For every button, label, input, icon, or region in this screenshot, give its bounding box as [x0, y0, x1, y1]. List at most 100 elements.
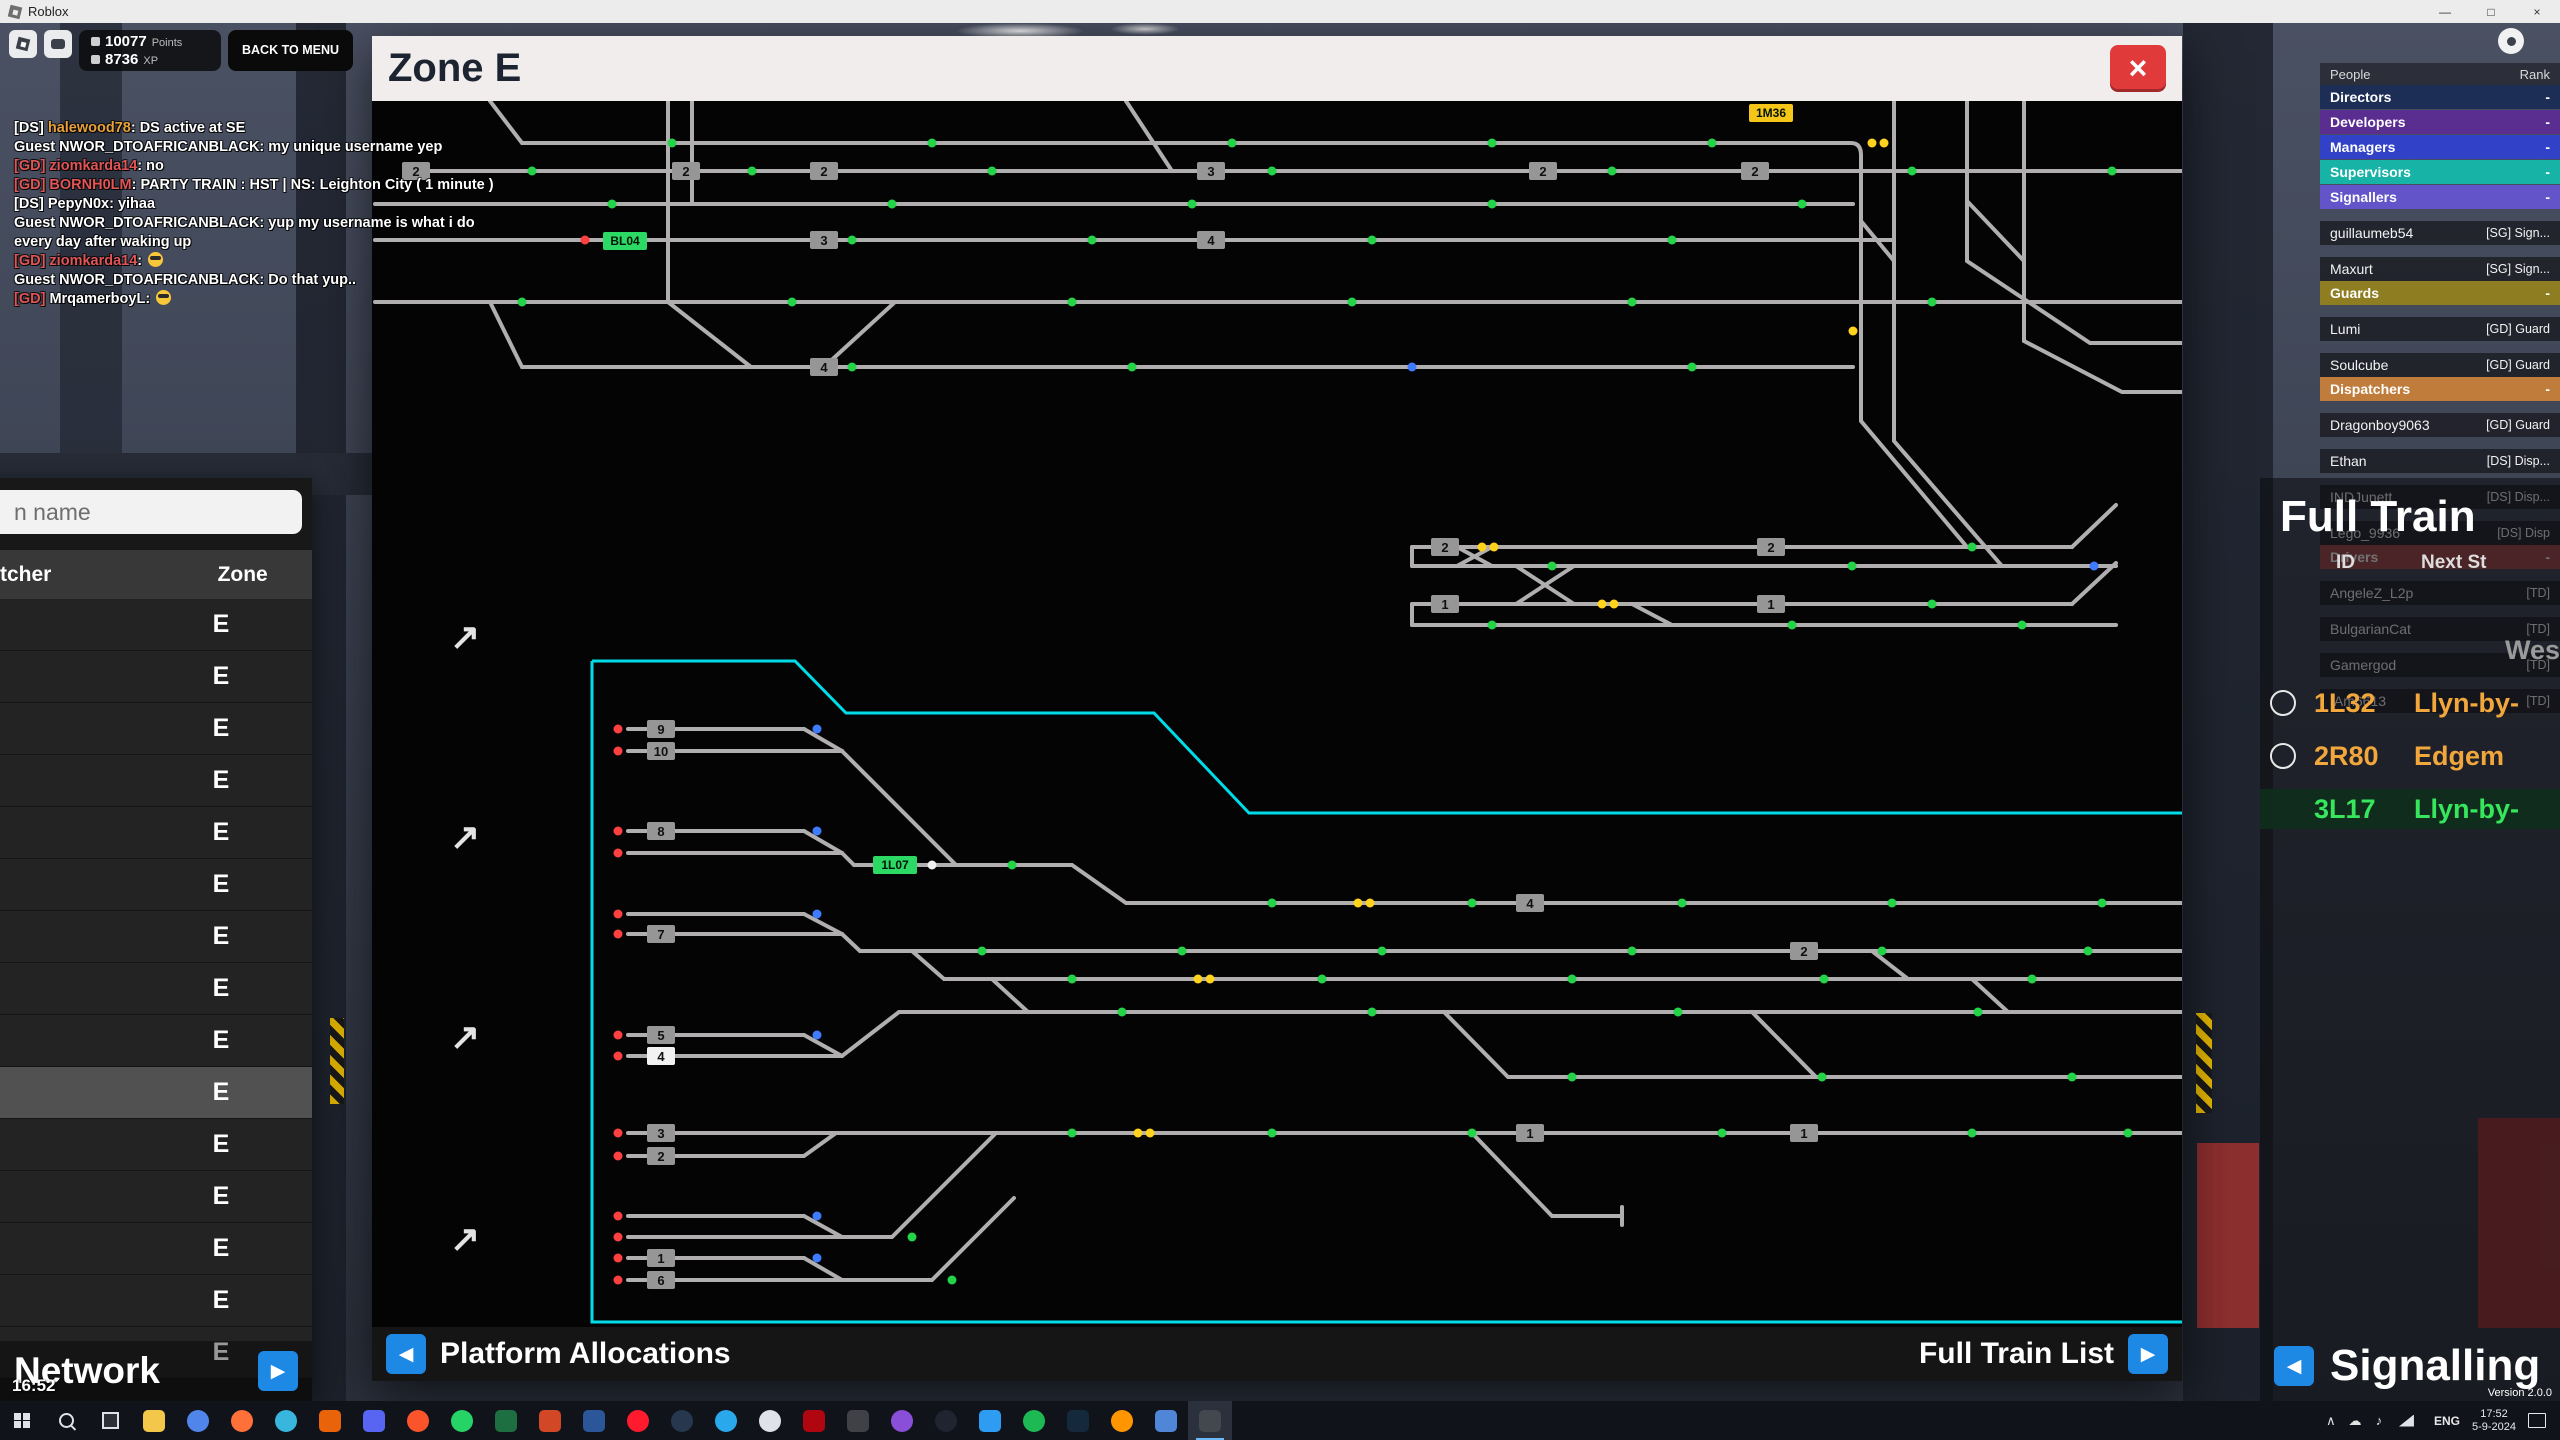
- signal-light[interactable]: [1974, 1008, 1983, 1017]
- signal-light[interactable]: [1849, 327, 1858, 336]
- signal-light[interactable]: [1268, 899, 1277, 908]
- signal-light[interactable]: [614, 1052, 623, 1061]
- signal-light[interactable]: [614, 1129, 623, 1138]
- people-group-dispatchers[interactable]: Dispatchers-: [2320, 377, 2560, 401]
- signal-light[interactable]: [2018, 621, 2027, 630]
- signal-light[interactable]: [1348, 298, 1357, 307]
- taskbar-app-opera[interactable]: [616, 1401, 660, 1440]
- hidden-icons-chevron[interactable]: ∧: [2319, 1413, 2343, 1429]
- signal-light[interactable]: [1318, 975, 1327, 984]
- signal-light[interactable]: [1268, 167, 1277, 176]
- people-group-guards[interactable]: Guards-: [2320, 281, 2560, 305]
- signal-light[interactable]: [813, 910, 822, 919]
- signal-light[interactable]: [908, 1233, 917, 1242]
- taskbar-app-whatsapp[interactable]: [440, 1401, 484, 1440]
- signal-light[interactable]: [748, 167, 757, 176]
- signal-light[interactable]: [1488, 139, 1497, 148]
- signal-light[interactable]: [1568, 1073, 1577, 1082]
- taskbar-app-chrome[interactable]: [176, 1401, 220, 1440]
- roblox-menu-button[interactable]: [9, 30, 37, 58]
- signal-light[interactable]: [1610, 600, 1619, 609]
- signal-light[interactable]: [1688, 363, 1697, 372]
- player-row[interactable]: Lumi[GD] Guard: [2320, 317, 2560, 341]
- taskbar-app-messenger[interactable]: [880, 1401, 924, 1440]
- player-row[interactable]: Dragonboy9063[GD] Guard: [2320, 413, 2560, 437]
- signal-light[interactable]: [1928, 298, 1937, 307]
- signal-light[interactable]: [1468, 1129, 1477, 1138]
- taskbar-app-word[interactable]: [572, 1401, 616, 1440]
- close-window-button[interactable]: ×: [2514, 0, 2560, 23]
- signal-light[interactable]: [2098, 899, 2107, 908]
- people-group-managers[interactable]: Managers-: [2320, 135, 2560, 159]
- language-indicator[interactable]: ENG: [2434, 1414, 2460, 1428]
- column-dispatcher[interactable]: tcher: [0, 563, 173, 587]
- signal-light[interactable]: [1668, 236, 1677, 245]
- signal-light[interactable]: [614, 910, 623, 919]
- signal-light[interactable]: [813, 1031, 822, 1040]
- train-select-circle[interactable]: [2270, 743, 2296, 769]
- signal-light[interactable]: [1088, 236, 1097, 245]
- zone-list-item[interactable]: E: [0, 651, 312, 703]
- taskbar-app-firefox[interactable]: [220, 1401, 264, 1440]
- taskbar-app-discord[interactable]: [352, 1401, 396, 1440]
- signal-light[interactable]: [614, 827, 623, 836]
- chat-toggle-button[interactable]: [44, 30, 72, 58]
- signal-light[interactable]: [948, 1276, 957, 1285]
- maximize-button[interactable]: □: [2468, 0, 2514, 23]
- taskbar-app-settings[interactable]: [1144, 1401, 1188, 1440]
- signal-light[interactable]: [614, 1254, 623, 1263]
- player-row[interactable]: Maxurt[SG] Sign...: [2320, 257, 2560, 281]
- signal-light[interactable]: [813, 827, 822, 836]
- signal-light[interactable]: [928, 861, 937, 870]
- people-group-supervisors[interactable]: Supervisors-: [2320, 160, 2560, 184]
- train-row[interactable]: Wes: [2260, 630, 2560, 670]
- signal-light[interactable]: [1798, 200, 1807, 209]
- signal-light[interactable]: [1378, 947, 1387, 956]
- signal-light[interactable]: [1128, 363, 1137, 372]
- signal-light[interactable]: [1188, 200, 1197, 209]
- signal-light[interactable]: [1968, 543, 1977, 552]
- taskbar-app-obs[interactable]: [924, 1401, 968, 1440]
- volume-icon[interactable]: ♪: [2367, 1413, 2391, 1428]
- signal-light[interactable]: [1178, 947, 1187, 956]
- taskbar-app-powerpoint[interactable]: [528, 1401, 572, 1440]
- signal-light[interactable]: [1718, 1129, 1727, 1138]
- start-button[interactable]: [0, 1401, 44, 1440]
- signal-light[interactable]: [1568, 975, 1577, 984]
- signal-light[interactable]: [1134, 1129, 1143, 1138]
- signal-light[interactable]: [1468, 899, 1477, 908]
- zone-list-item[interactable]: E: [0, 1067, 312, 1119]
- signal-light[interactable]: [1674, 1008, 1683, 1017]
- full-train-list-button[interactable]: ▶: [2128, 1334, 2168, 1374]
- signal-light[interactable]: [1408, 363, 1417, 372]
- train-row[interactable]: 2R80Edgem: [2260, 736, 2560, 776]
- player-row[interactable]: Ethan[DS] Disp...: [2320, 449, 2560, 473]
- signal-light[interactable]: [2124, 1129, 2133, 1138]
- signal-light[interactable]: [1678, 899, 1687, 908]
- zone-list-item[interactable]: E: [0, 755, 312, 807]
- signal-light[interactable]: [1068, 975, 1077, 984]
- signal-light[interactable]: [1488, 621, 1497, 630]
- signal-light[interactable]: [1368, 1008, 1377, 1017]
- taskbar-clock[interactable]: 17:52 5-9-2024: [2472, 1408, 2516, 1434]
- signal-light[interactable]: [1194, 975, 1203, 984]
- signal-light[interactable]: [668, 139, 677, 148]
- signal-light[interactable]: [1788, 621, 1797, 630]
- search-input[interactable]: n name: [0, 490, 302, 534]
- platform-allocations-button[interactable]: ◀: [386, 1334, 426, 1374]
- zone-list-item[interactable]: E: [0, 963, 312, 1015]
- taskbar-app-firefox-dev[interactable]: [1100, 1401, 1144, 1440]
- taskbar-app-telegram[interactable]: [704, 1401, 748, 1440]
- taskbar-app-steam[interactable]: [660, 1401, 704, 1440]
- signal-light[interactable]: [1628, 947, 1637, 956]
- signal-light[interactable]: [1628, 298, 1637, 307]
- zone-list-item[interactable]: E: [0, 859, 312, 911]
- signal-light[interactable]: [2108, 167, 2117, 176]
- signal-light[interactable]: [1908, 167, 1917, 176]
- platform-allocations-label[interactable]: Platform Allocations: [440, 1337, 731, 1371]
- signal-light[interactable]: [1354, 899, 1363, 908]
- signal-light[interactable]: [2068, 1073, 2077, 1082]
- signal-light[interactable]: [1068, 298, 1077, 307]
- zone-list-item[interactable]: E: [0, 911, 312, 963]
- signal-light[interactable]: [614, 747, 623, 756]
